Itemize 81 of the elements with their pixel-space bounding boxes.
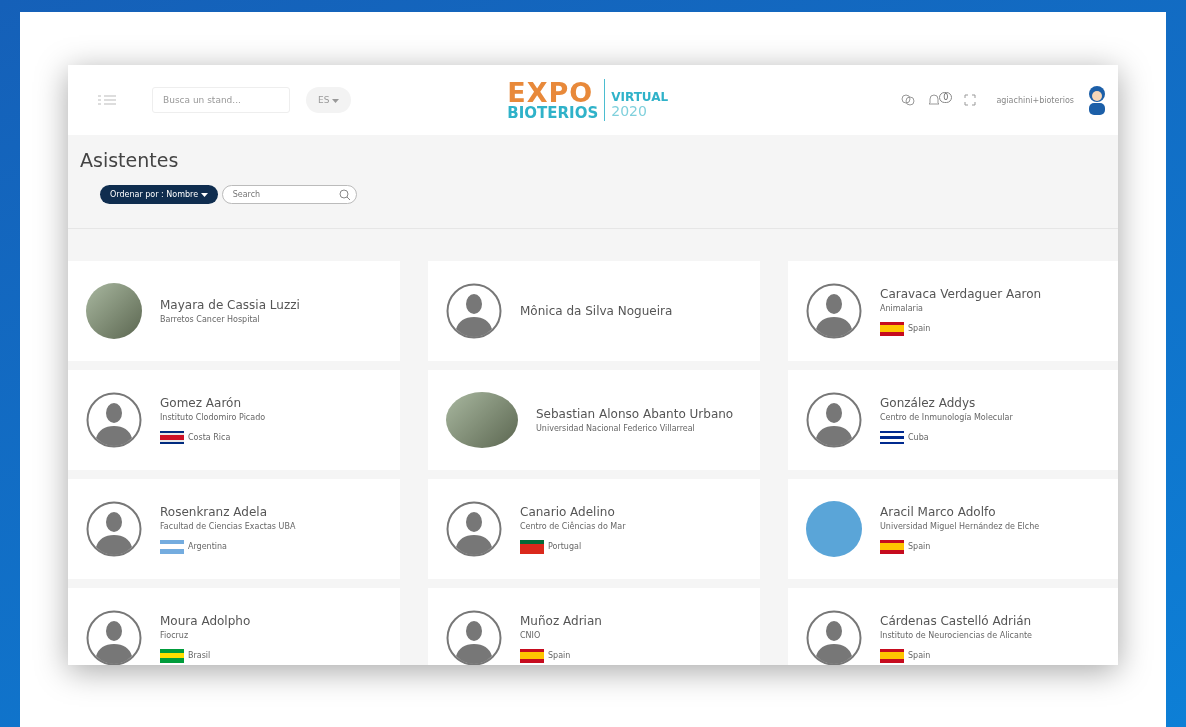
flag-icon <box>880 430 904 445</box>
stand-search-field[interactable]: Busca un stand... <box>152 87 290 113</box>
attendee-card[interactable]: Mônica da Silva Nogueira <box>428 261 760 361</box>
attendee-country: Brasil <box>188 651 211 660</box>
attendee-country: Costa Rica <box>188 433 231 442</box>
sort-dropdown[interactable]: Ordenar por : Nombre <box>100 185 218 204</box>
attendee-card[interactable]: Moura Adolpho Fiocruz Brasil <box>68 588 400 665</box>
attendee-organization: Fiocruz <box>160 630 190 640</box>
logo-text: BIOTERIOS <box>507 106 599 121</box>
person-silhouette-icon <box>86 501 142 557</box>
attendee-name: Sebastian Alonso Abanto Urbano <box>536 407 734 421</box>
attendee-card[interactable]: Aracil Marco Adolfo Universidad Miguel Hernández de Elche Spain <box>788 479 1118 579</box>
attendee-country: Spain <box>908 651 931 660</box>
logo-text: EXPO <box>507 79 594 106</box>
attendee-organization: Centro de Inmunología Molecular <box>880 412 1013 422</box>
person-silhouette-icon <box>446 501 502 557</box>
user-avatar-icon[interactable] <box>1086 84 1108 116</box>
user-name[interactable]: agiachini+bioterios <box>996 95 1074 105</box>
attendee-organization: Universidad Miguel Hernández de Elche <box>880 521 1040 531</box>
attendee-organization: Instituto Clodomiro Picado <box>160 412 266 422</box>
attendee-name: Gomez Aarón <box>160 395 242 410</box>
logo-text: 2020 <box>611 103 648 119</box>
attendee-country: Spain <box>908 542 931 551</box>
person-silhouette-icon <box>86 392 142 448</box>
attendee-country: Spain <box>908 324 931 333</box>
flag-icon <box>160 430 184 445</box>
attendee-name: Mayara de Cassia Luzzi <box>160 298 300 312</box>
attendee-name: Cárdenas Castelló Adrián <box>880 613 1032 628</box>
avatar-circle <box>806 501 862 557</box>
fullscreen-icon[interactable] <box>964 94 977 106</box>
bell-icon[interactable] <box>927 93 942 107</box>
attendee-card[interactable]: Rosenkranz Adela Facultad de Ciencias Exactas UBA Argentina <box>68 479 400 579</box>
attendee-country: Portugal <box>548 542 582 551</box>
attendee-name: Muñoz Adrian <box>520 613 602 628</box>
attendee-card[interactable]: Caravaca Verdaguer Aaron Animalaria Spain <box>788 261 1118 361</box>
page-title: Asistentes <box>80 149 180 171</box>
attendee-name: Aracil Marco Adolfo <box>880 504 997 519</box>
attendee-country: Cuba <box>908 433 929 442</box>
flag-icon <box>880 539 904 554</box>
attendee-name: Mônica da Silva Nogueira <box>520 304 673 318</box>
caret-icon <box>200 192 208 197</box>
attendee-card[interactable]: Muñoz Adrian CNIO Spain <box>428 588 760 665</box>
flag-icon <box>160 539 184 554</box>
attendee-card[interactable]: González Addys Centro de Inmunología Molecular Cuba <box>788 370 1118 470</box>
attendee-organization: Barretos Cancer Hospital <box>160 315 261 324</box>
attendee-card[interactable]: Canario Adelino Centro de Ciências do Mar Portugal <box>428 479 760 579</box>
person-silhouette-icon <box>446 610 502 665</box>
attendee-name: Rosenkranz Adela <box>160 504 269 519</box>
attendee-country: Spain <box>548 651 571 660</box>
person-silhouette-icon <box>446 283 502 339</box>
person-silhouette-icon <box>806 283 862 339</box>
search-field[interactable]: Search <box>221 185 357 204</box>
photo-placeholder <box>86 283 142 339</box>
person-silhouette-icon <box>806 392 862 448</box>
attendee-name: Moura Adolpho <box>160 613 251 628</box>
attendee-organization: Centro de Ciências do Mar <box>520 521 626 531</box>
caret-icon <box>332 98 340 103</box>
attendee-organization: CNIO <box>520 630 542 640</box>
notification-count: 0 <box>939 91 953 103</box>
person-silhouette-icon <box>86 610 142 665</box>
flag-icon <box>880 648 904 663</box>
flag-icon <box>520 648 544 663</box>
attendee-card[interactable]: Mayara de Cassia Luzzi Barretos Cancer Hospital <box>68 261 400 361</box>
chat-icon[interactable] <box>901 94 916 106</box>
logo-text: VIRTUAL <box>611 91 669 104</box>
attendee-name: González Addys <box>880 395 977 410</box>
attendee-name: Caravaca Verdaguer Aaron <box>880 286 1042 301</box>
attendee-organization: Instituto de Neurociencias de Alicante <box>880 630 1032 640</box>
flag-icon <box>520 539 544 554</box>
flag-icon <box>160 648 184 663</box>
attendee-organization: Facultad de Ciencias Exactas UBA <box>160 521 296 531</box>
person-silhouette-icon <box>806 610 862 665</box>
attendee-organization: Animalaria <box>880 303 924 313</box>
search-icon[interactable] <box>338 188 351 201</box>
attendee-card[interactable]: Sebastian Alonso Abanto Urbano Universidad Nacional Federico Villarreal <box>428 370 760 470</box>
attendee-country: Argentina <box>188 542 228 551</box>
attendee-organization: Universidad Nacional Federico Villarreal <box>536 424 696 433</box>
flag-icon <box>880 321 904 336</box>
attendee-name: Canario Adelino <box>520 504 616 519</box>
attendee-card[interactable]: Gomez Aarón Instituto Clodomiro Picado Costa Rica <box>68 370 400 470</box>
attendee-card[interactable]: Cárdenas Castelló Adrián Instituto de Neurociencias de Alicante Spain <box>788 588 1118 665</box>
